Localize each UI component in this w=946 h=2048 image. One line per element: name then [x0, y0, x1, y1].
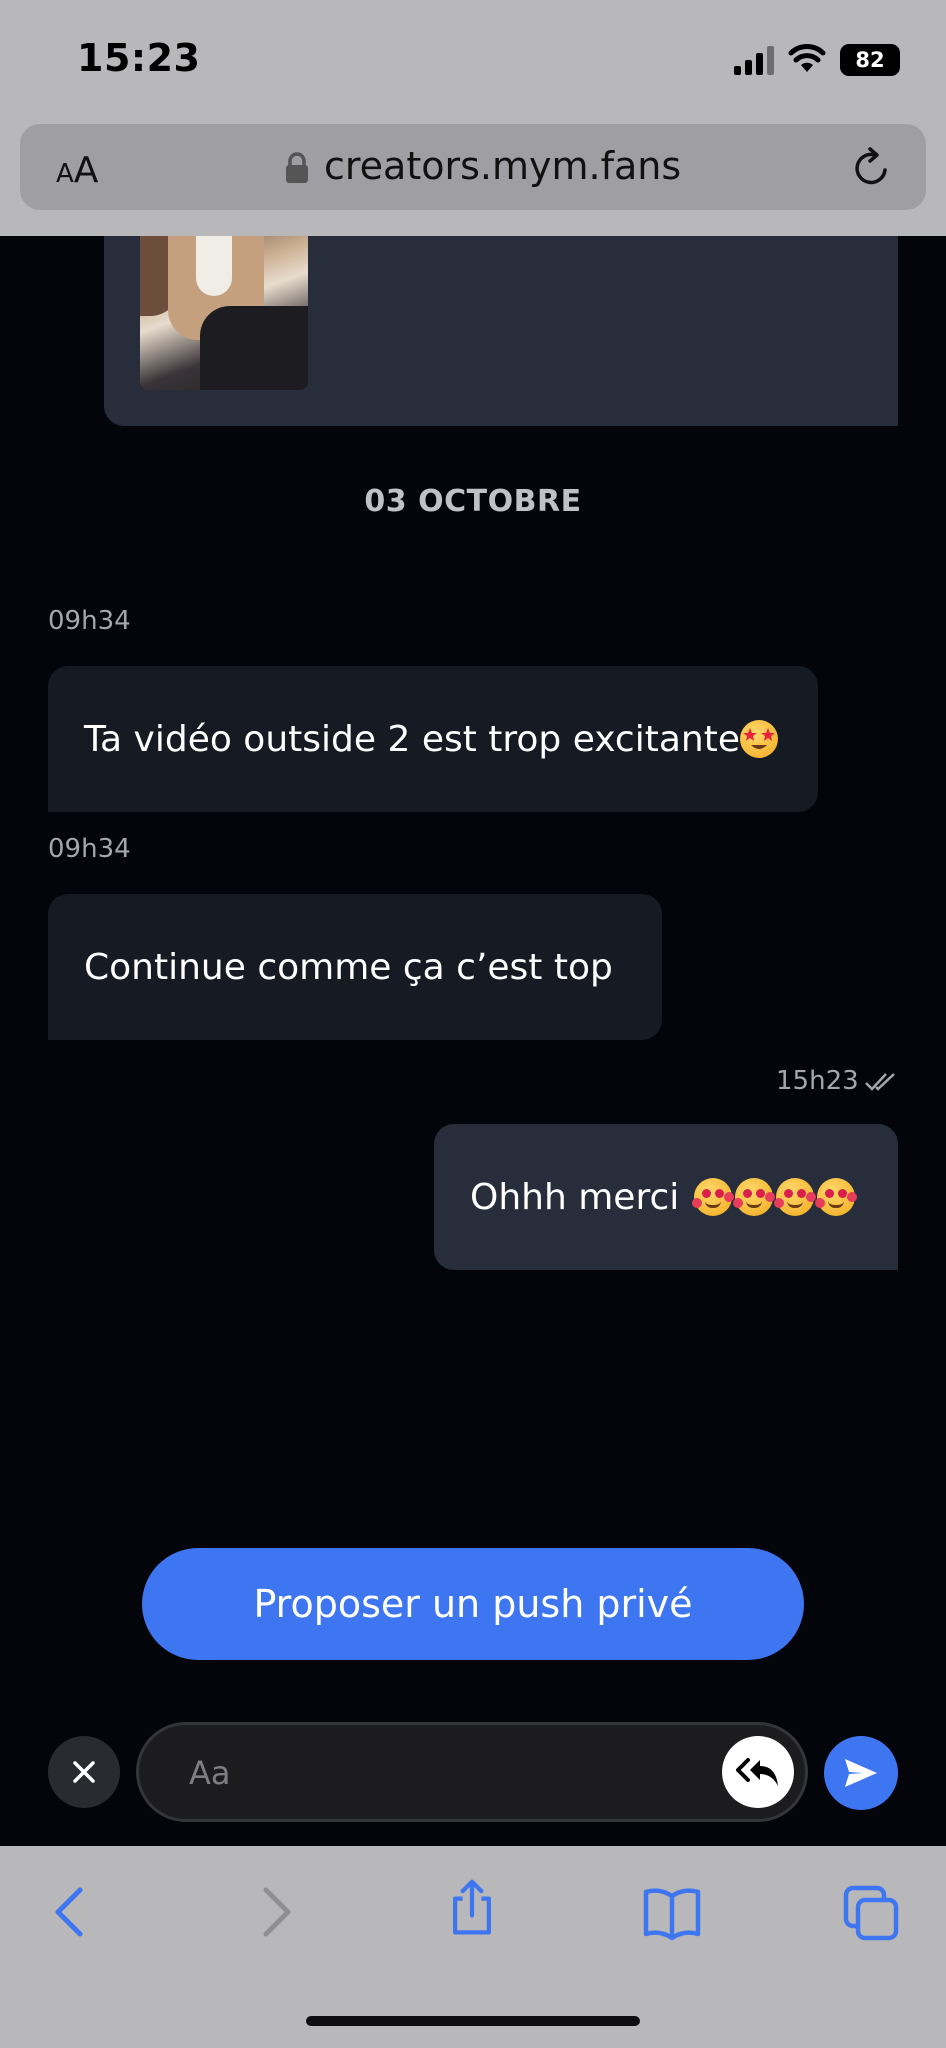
cellular-signal-icon	[734, 46, 774, 75]
send-icon	[845, 1759, 877, 1787]
reload-icon[interactable]	[852, 146, 892, 190]
message-text: Ohhh merci	[470, 1176, 691, 1218]
message-time: 15h23	[776, 1066, 859, 1096]
lock-icon	[286, 152, 308, 183]
reply-all-icon	[736, 1758, 778, 1786]
url-text[interactable]: creators.mym.fans	[324, 144, 681, 188]
smiling-face-with-hearts-emoji	[814, 1178, 857, 1216]
text-size-button[interactable]: AA	[56, 150, 98, 191]
media-thumbnail[interactable]	[140, 236, 308, 390]
tabs-icon[interactable]	[842, 1884, 902, 1944]
date-separator: 03 OCTOBRE	[364, 484, 582, 519]
message-text: Ta vidéo outside 2 est trop excitante	[84, 718, 740, 760]
read-receipt-icon	[865, 1073, 895, 1091]
close-icon	[73, 1761, 95, 1783]
private-push-button[interactable]: Proposer un push privé	[142, 1548, 804, 1660]
share-icon[interactable]	[442, 1878, 502, 1938]
message-text: Continue comme ça c’est top	[84, 946, 613, 988]
outgoing-message-bubble[interactable]: Ohhh merci	[434, 1124, 898, 1270]
message-input[interactable]	[187, 1747, 667, 1799]
message-input-container	[136, 1722, 808, 1822]
star-struck-emoji	[739, 720, 778, 758]
wifi-icon	[788, 44, 826, 72]
incoming-message-bubble[interactable]: Continue comme ça c’est top	[48, 894, 662, 1040]
message-time: 09h34	[48, 834, 131, 864]
message-time: 09h34	[48, 606, 131, 636]
bookmarks-icon[interactable]	[642, 1884, 702, 1944]
battery-indicator: 82	[840, 44, 900, 76]
close-button[interactable]	[48, 1736, 120, 1808]
smiling-face-with-hearts-emoji	[691, 1178, 734, 1216]
forward-arrow-icon[interactable]	[244, 1882, 304, 1942]
reply-all-button[interactable]	[722, 1736, 794, 1808]
smiling-face-with-hearts-emoji	[732, 1178, 775, 1216]
incoming-message-bubble[interactable]: Ta vidéo outside 2 est trop excitante	[48, 666, 818, 812]
send-button[interactable]	[824, 1736, 898, 1810]
home-indicator	[306, 2016, 640, 2026]
smiling-face-with-hearts-emoji	[773, 1178, 816, 1216]
status-time: 15:23	[77, 36, 201, 80]
back-arrow-icon[interactable]	[42, 1882, 102, 1942]
